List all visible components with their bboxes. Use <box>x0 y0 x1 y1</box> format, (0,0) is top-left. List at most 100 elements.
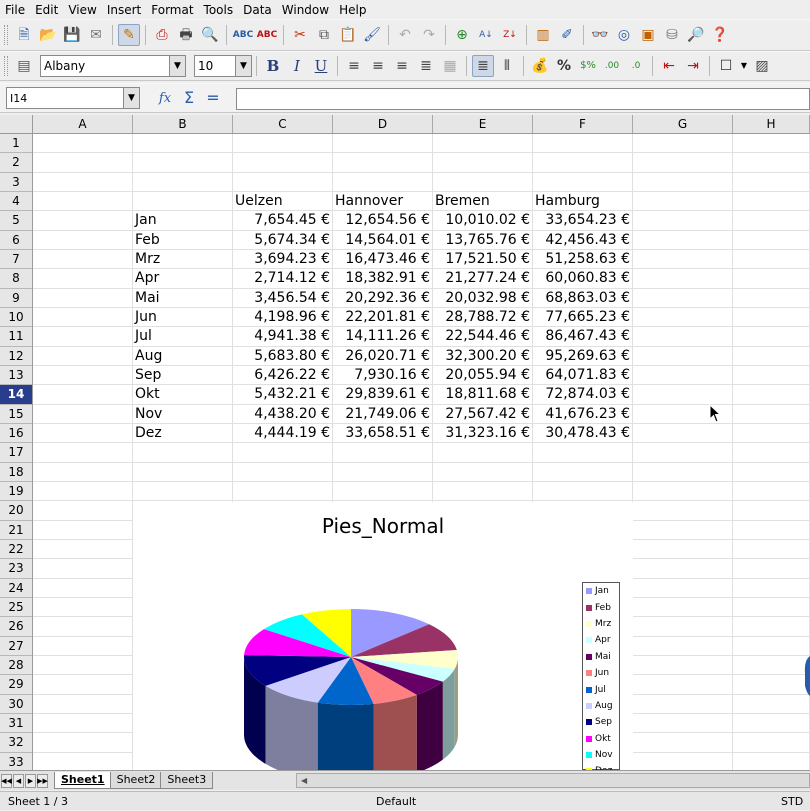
table-cell[interactable]: 2,714.12 € <box>233 269 333 288</box>
cut-icon[interactable]: ✂ <box>289 24 311 46</box>
align-right-icon[interactable]: ≡ <box>391 55 413 77</box>
align-left-icon[interactable]: ≡ <box>343 55 365 77</box>
row-header[interactable]: 16 <box>0 424 32 444</box>
new-document-icon[interactable]: 🗎 <box>13 24 35 46</box>
table-cell[interactable] <box>433 134 533 153</box>
chevron-down-icon[interactable]: ▼ <box>169 56 185 76</box>
table-cell[interactable] <box>33 443 133 462</box>
table-cell[interactable]: 41,676.23 € <box>533 404 633 423</box>
column-header-b[interactable]: B <box>133 115 233 133</box>
menu-help[interactable]: Help <box>336 3 373 17</box>
table-cell[interactable] <box>533 153 633 172</box>
table-cell[interactable] <box>33 307 133 327</box>
sheet-tab-3[interactable]: Sheet3 <box>160 772 214 789</box>
table-cell[interactable] <box>633 346 733 365</box>
table-cell[interactable] <box>33 346 133 365</box>
table-cell[interactable]: Okt <box>133 385 233 404</box>
sort-ascending-icon[interactable]: A↓ <box>475 24 497 46</box>
table-cell[interactable] <box>633 539 733 559</box>
table-cell[interactable] <box>33 733 133 752</box>
vertical-align-icon[interactable]: ⫴ <box>496 55 518 77</box>
table-cell[interactable] <box>633 559 733 578</box>
table-cell[interactable] <box>633 172 733 191</box>
table-cell[interactable]: Uelzen <box>233 191 333 211</box>
table-cell[interactable]: 3,456.54 € <box>233 288 333 307</box>
table-cell[interactable]: 18,811.68 € <box>433 385 533 404</box>
table-cell[interactable] <box>33 713 133 733</box>
table-cell[interactable] <box>633 443 733 462</box>
help-icon[interactable]: ❓ <box>709 24 731 46</box>
row-header[interactable]: 14 <box>0 385 32 405</box>
spreadsheet-grid[interactable]: A B C D E F G H 1 2 3 4 5 6 7 8 9 10 11 12 13 14 15 16 1… <box>0 115 810 770</box>
table-cell[interactable]: 7,930.16 € <box>333 365 433 385</box>
table-cell[interactable] <box>233 153 333 172</box>
table-cell[interactable]: 16,473.46 € <box>333 249 433 269</box>
table-cell[interactable] <box>233 443 333 462</box>
table-cell[interactable] <box>633 423 733 443</box>
table-cell[interactable] <box>633 327 733 346</box>
table-cell[interactable] <box>733 269 810 288</box>
table-cell[interactable] <box>733 249 810 269</box>
table-cell[interactable] <box>733 520 810 539</box>
table-cell[interactable] <box>33 153 133 172</box>
table-cell[interactable]: 3,694.23 € <box>233 249 333 269</box>
row-header[interactable]: 27 <box>0 637 32 656</box>
format-paintbrush-icon[interactable]: 🖌 <box>361 24 383 46</box>
table-cell[interactable]: 20,055.94 € <box>433 365 533 385</box>
copy-icon[interactable]: ⧉ <box>313 24 335 46</box>
column-header-g[interactable]: G <box>633 115 733 133</box>
table-cell[interactable]: 22,544.46 € <box>433 327 533 346</box>
table-cell[interactable]: 7,654.45 € <box>233 211 333 230</box>
row-header[interactable]: 32 <box>0 733 32 753</box>
table-cell[interactable]: 30,478.43 € <box>533 423 633 443</box>
edit-file-icon[interactable]: ✎ <box>118 24 140 46</box>
table-cell[interactable] <box>133 443 233 462</box>
styles-icon[interactable]: ▤ <box>13 55 35 77</box>
column-header-f[interactable]: F <box>533 115 633 133</box>
table-cell[interactable] <box>33 423 133 443</box>
table-cell[interactable]: 26,020.71 € <box>333 346 433 365</box>
table-cell[interactable]: 27,567.42 € <box>433 404 533 423</box>
sheet-tab-1[interactable]: Sheet1 <box>54 772 112 789</box>
table-cell[interactable] <box>733 617 810 636</box>
background-color-icon[interactable]: ▨ <box>751 55 773 77</box>
table-cell[interactable]: Mrz <box>133 249 233 269</box>
table-cell[interactable]: 33,654.23 € <box>533 211 633 230</box>
row-header[interactable]: 33 <box>0 753 32 771</box>
align-center-icon[interactable]: ≡ <box>367 55 389 77</box>
table-cell[interactable] <box>333 462 433 481</box>
row-header[interactable]: 13 <box>0 366 32 386</box>
pie-chart[interactable]: Pies_Normal Jan Feb Mrz Apr Mai Jun Jul Aug Sep O… <box>133 502 633 770</box>
table-cell[interactable]: 5,674.34 € <box>233 230 333 249</box>
table-cell[interactable] <box>633 462 733 481</box>
table-cell[interactable] <box>733 752 810 770</box>
draw-functions-icon[interactable]: ✐ <box>556 24 578 46</box>
find-icon[interactable]: 👓 <box>589 24 611 46</box>
hyperlink-icon[interactable]: ⊕ <box>451 24 473 46</box>
paste-icon[interactable]: 📋 <box>337 24 359 46</box>
table-cell[interactable] <box>533 481 633 501</box>
table-cell[interactable]: 4,198.96 € <box>233 307 333 327</box>
table-cell[interactable] <box>633 230 733 249</box>
row-header[interactable]: 11 <box>0 327 32 347</box>
function-button[interactable]: = <box>202 87 224 109</box>
table-cell[interactable] <box>733 423 810 443</box>
table-cell[interactable]: Nov <box>133 404 233 423</box>
table-cell[interactable]: 86,467.43 € <box>533 327 633 346</box>
row-header[interactable]: 24 <box>0 579 32 598</box>
table-cell[interactable] <box>533 443 633 462</box>
toolbar-grip[interactable] <box>4 56 8 76</box>
table-cell[interactable]: Jan <box>133 211 233 230</box>
table-cell[interactable]: 60,060.83 € <box>533 269 633 288</box>
table-cell[interactable] <box>733 153 810 172</box>
table-cell[interactable] <box>733 578 810 597</box>
table-cell[interactable] <box>733 597 810 617</box>
sum-button[interactable]: Σ <box>178 87 200 109</box>
gallery-icon[interactable]: ▣ <box>637 24 659 46</box>
table-cell[interactable] <box>633 617 733 636</box>
row-header[interactable]: 2 <box>0 153 32 173</box>
table-cell[interactable]: 64,071.83 € <box>533 365 633 385</box>
row-header[interactable]: 5 <box>0 211 32 231</box>
merge-cells-icon[interactable]: ▦ <box>439 55 461 77</box>
table-cell[interactable]: 10,010.02 € <box>433 211 533 230</box>
